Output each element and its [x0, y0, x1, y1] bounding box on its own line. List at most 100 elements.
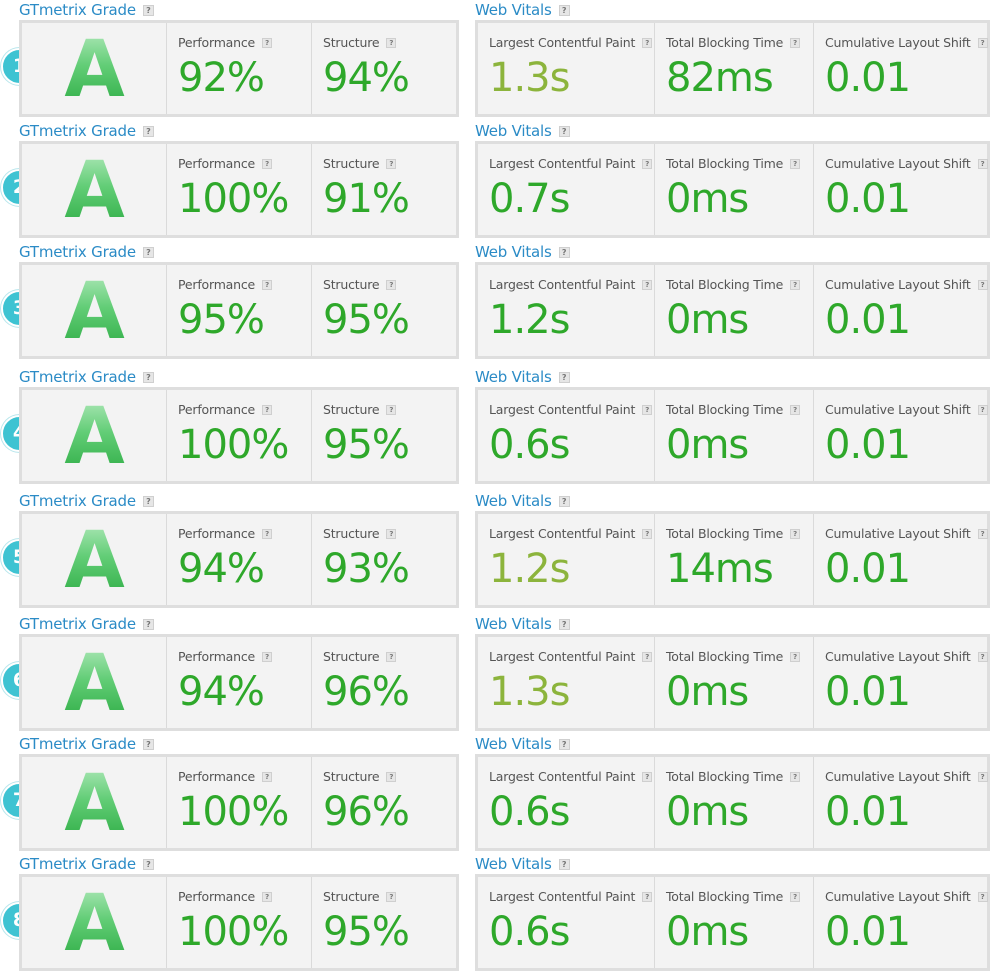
- help-icon[interactable]: ?: [977, 528, 988, 539]
- web-vitals-heading[interactable]: Web Vitals ?: [475, 491, 570, 511]
- web-vitals-link[interactable]: Web Vitals: [475, 492, 552, 510]
- help-icon[interactable]: ?: [386, 404, 397, 415]
- web-vitals-heading[interactable]: Web Vitals ?: [475, 367, 570, 387]
- help-icon[interactable]: ?: [386, 891, 397, 902]
- help-icon[interactable]: ?: [386, 158, 397, 169]
- help-icon[interactable]: ?: [642, 158, 653, 169]
- help-icon[interactable]: ?: [642, 651, 653, 662]
- help-icon[interactable]: ?: [262, 771, 273, 782]
- performance-value: 94%: [178, 669, 265, 715]
- help-icon[interactable]: ?: [142, 495, 154, 507]
- lcp-value: 0.6s: [489, 422, 570, 468]
- help-icon[interactable]: ?: [262, 37, 273, 48]
- help-icon[interactable]: ?: [977, 404, 988, 415]
- help-icon[interactable]: ?: [977, 891, 988, 902]
- help-icon[interactable]: ?: [142, 371, 154, 383]
- help-icon[interactable]: ?: [977, 279, 988, 290]
- help-icon[interactable]: ?: [386, 771, 397, 782]
- web-vitals-link[interactable]: Web Vitals: [475, 368, 552, 386]
- help-icon[interactable]: ?: [790, 404, 801, 415]
- help-icon[interactable]: ?: [790, 528, 801, 539]
- help-icon[interactable]: ?: [790, 651, 801, 662]
- help-icon[interactable]: ?: [386, 37, 397, 48]
- gtmetrix-grade-link[interactable]: GTmetrix Grade: [19, 243, 136, 261]
- web-vitals-heading[interactable]: Web Vitals ?: [475, 734, 570, 754]
- gtmetrix-grade-link[interactable]: GTmetrix Grade: [19, 735, 136, 753]
- performance-label: Performance ?: [178, 769, 273, 784]
- help-icon[interactable]: ?: [558, 246, 570, 258]
- help-icon[interactable]: ?: [142, 4, 154, 16]
- help-icon[interactable]: ?: [262, 651, 273, 662]
- help-icon[interactable]: ?: [642, 37, 653, 48]
- structure-cell: Structure ? 94%: [312, 23, 456, 114]
- help-icon[interactable]: ?: [558, 858, 570, 870]
- help-icon[interactable]: ?: [386, 651, 397, 662]
- web-vitals-heading[interactable]: Web Vitals ?: [475, 614, 570, 634]
- help-icon[interactable]: ?: [977, 651, 988, 662]
- help-icon[interactable]: ?: [977, 158, 988, 169]
- help-icon[interactable]: ?: [262, 158, 273, 169]
- gtmetrix-grade-heading[interactable]: GTmetrix Grade ?: [19, 614, 154, 634]
- help-icon[interactable]: ?: [790, 771, 801, 782]
- lcp-value: 1.2s: [489, 546, 570, 592]
- tbt-value: 0ms: [666, 297, 749, 343]
- web-vitals-link[interactable]: Web Vitals: [475, 1, 552, 19]
- gtmetrix-grade-heading[interactable]: GTmetrix Grade ?: [19, 0, 154, 20]
- help-icon[interactable]: ?: [262, 528, 273, 539]
- tbt-label: Total Blocking Time ?: [666, 277, 801, 292]
- help-icon[interactable]: ?: [642, 891, 653, 902]
- help-icon[interactable]: ?: [262, 891, 273, 902]
- web-vitals-heading[interactable]: Web Vitals ?: [475, 242, 570, 262]
- web-vitals-heading[interactable]: Web Vitals ?: [475, 854, 570, 874]
- help-icon[interactable]: ?: [262, 279, 273, 290]
- gtmetrix-grade-link[interactable]: GTmetrix Grade: [19, 492, 136, 510]
- help-icon[interactable]: ?: [142, 858, 154, 870]
- help-icon[interactable]: ?: [790, 891, 801, 902]
- structure-value: 95%: [323, 297, 410, 343]
- tbt-value: 0ms: [666, 669, 749, 715]
- help-icon[interactable]: ?: [558, 618, 570, 630]
- web-vitals-link[interactable]: Web Vitals: [475, 243, 552, 261]
- gtmetrix-grade-heading[interactable]: GTmetrix Grade ?: [19, 367, 154, 387]
- gtmetrix-grade-link[interactable]: GTmetrix Grade: [19, 122, 136, 140]
- help-icon[interactable]: ?: [642, 528, 653, 539]
- gtmetrix-grade-heading[interactable]: GTmetrix Grade ?: [19, 242, 154, 262]
- web-vitals-panel: Largest Contentful Paint ? 0.6s Total Bl…: [475, 874, 990, 971]
- web-vitals-link[interactable]: Web Vitals: [475, 615, 552, 633]
- web-vitals-heading[interactable]: Web Vitals ?: [475, 0, 570, 20]
- help-icon[interactable]: ?: [142, 738, 154, 750]
- help-icon[interactable]: ?: [558, 738, 570, 750]
- performance-value: 92%: [178, 55, 265, 101]
- help-icon[interactable]: ?: [558, 371, 570, 383]
- gtmetrix-grade-link[interactable]: GTmetrix Grade: [19, 1, 136, 19]
- gtmetrix-grade-link[interactable]: GTmetrix Grade: [19, 855, 136, 873]
- help-icon[interactable]: ?: [642, 279, 653, 290]
- help-icon[interactable]: ?: [558, 495, 570, 507]
- gtmetrix-grade-heading[interactable]: GTmetrix Grade ?: [19, 121, 154, 141]
- help-icon[interactable]: ?: [142, 618, 154, 630]
- help-icon[interactable]: ?: [790, 37, 801, 48]
- help-icon[interactable]: ?: [558, 125, 570, 137]
- web-vitals-heading[interactable]: Web Vitals ?: [475, 121, 570, 141]
- web-vitals-link[interactable]: Web Vitals: [475, 735, 552, 753]
- structure-label: Structure ?: [323, 769, 397, 784]
- gtmetrix-grade-link[interactable]: GTmetrix Grade: [19, 615, 136, 633]
- help-icon[interactable]: ?: [386, 528, 397, 539]
- help-icon[interactable]: ?: [262, 404, 273, 415]
- help-icon[interactable]: ?: [142, 125, 154, 137]
- help-icon[interactable]: ?: [977, 37, 988, 48]
- help-icon[interactable]: ?: [642, 771, 653, 782]
- help-icon[interactable]: ?: [142, 246, 154, 258]
- help-icon[interactable]: ?: [386, 279, 397, 290]
- gtmetrix-grade-heading[interactable]: GTmetrix Grade ?: [19, 854, 154, 874]
- web-vitals-link[interactable]: Web Vitals: [475, 122, 552, 140]
- help-icon[interactable]: ?: [977, 771, 988, 782]
- web-vitals-link[interactable]: Web Vitals: [475, 855, 552, 873]
- gtmetrix-grade-link[interactable]: GTmetrix Grade: [19, 368, 136, 386]
- help-icon[interactable]: ?: [790, 279, 801, 290]
- gtmetrix-grade-heading[interactable]: GTmetrix Grade ?: [19, 734, 154, 754]
- help-icon[interactable]: ?: [790, 158, 801, 169]
- help-icon[interactable]: ?: [558, 4, 570, 16]
- help-icon[interactable]: ?: [642, 404, 653, 415]
- gtmetrix-grade-heading[interactable]: GTmetrix Grade ?: [19, 491, 154, 511]
